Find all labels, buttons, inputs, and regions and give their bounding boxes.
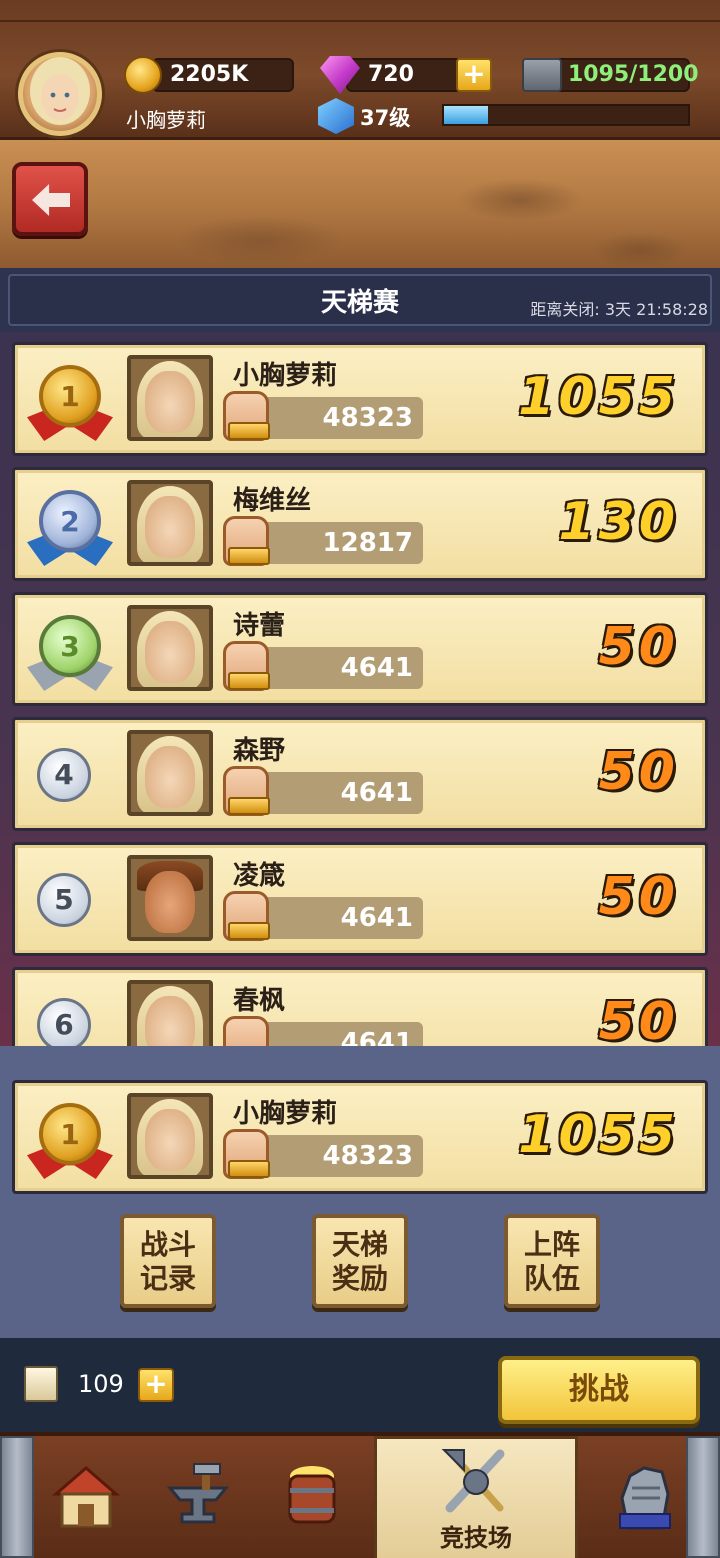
challenge-label: 挑战 [569, 1372, 629, 1407]
ladder-reward-label: 天梯 奖励 [331, 1228, 388, 1295]
ranking-row[interactable]: 5 凌箴 4641 50 [12, 842, 708, 956]
fist-power-icon [223, 1129, 270, 1179]
ticket-count: 109 [78, 1370, 124, 1398]
player-portrait [127, 730, 213, 816]
add-gems-button[interactable]: + [456, 58, 492, 92]
my-rank-row[interactable]: 1 小胸萝莉 48323 1055 [12, 1080, 708, 1194]
ladder-score: 50 [598, 992, 679, 1046]
gold-coin-icon [124, 56, 162, 94]
my-power: 48323 [322, 1141, 413, 1171]
nav-tavern[interactable] [262, 1452, 362, 1552]
rank-badge-icon: 5 [37, 873, 91, 927]
my-score: 1055 [518, 1105, 679, 1165]
lineup-button[interactable]: 上阵 队伍 [504, 1214, 600, 1308]
gem-amount: 720 [368, 62, 414, 87]
player-power: 48323 [322, 403, 413, 433]
ranking-list[interactable]: 1 小胸萝莉 48323 1055 2 梅维丝 12817 130 3 诗蕾 4… [0, 332, 720, 1046]
player-portrait [127, 1093, 213, 1179]
power-bar: 4641 [251, 647, 423, 689]
xp-progress-bar [442, 104, 690, 126]
ranking-row[interactable]: 2 梅维丝 12817 130 [12, 467, 708, 581]
ranking-row[interactable]: 4 森野 4641 50 [12, 717, 708, 831]
player-portrait [127, 605, 213, 691]
player-name: 凌箴 [233, 861, 286, 891]
arena-icon [441, 1449, 505, 1513]
nav-forge[interactable] [148, 1452, 248, 1552]
player-power: 4641 [340, 778, 413, 808]
player-name: 小胸萝莉 [233, 361, 338, 391]
nav-active-label: 竞技场 [440, 1524, 512, 1552]
player-power: 12817 [322, 528, 413, 558]
player-portrait [127, 980, 213, 1046]
anvil-icon [166, 1463, 230, 1524]
ladder-score: 50 [598, 742, 679, 802]
ladder-score: 1055 [518, 367, 679, 427]
player-name: 小胸萝莉 [126, 108, 206, 132]
nav-home[interactable] [36, 1452, 136, 1552]
player-power: 4641 [340, 653, 413, 683]
gold-medal-icon: 1 [39, 1103, 101, 1165]
add-tickets-button[interactable]: + [138, 1368, 174, 1402]
player-avatar[interactable] [18, 52, 102, 136]
fist-power-icon [223, 1016, 269, 1046]
rank-badge-icon: 4 [37, 748, 91, 802]
fist-power-icon [223, 766, 270, 816]
back-button[interactable] [12, 162, 88, 236]
player-portrait [127, 355, 213, 441]
bronze-medal-icon: 3 [39, 615, 101, 677]
lineup-label: 上阵 队伍 [523, 1228, 580, 1295]
fist-power-icon [223, 891, 270, 941]
fist-power-icon [223, 516, 270, 566]
gold-medal-icon: 1 [39, 365, 101, 427]
fist-power-icon [223, 391, 270, 441]
map-backdrop [0, 140, 720, 268]
ranking-row[interactable]: 3 诗蕾 4641 50 [12, 592, 708, 706]
close-countdown: 距离关闭: 3天 21:58:28 [530, 300, 708, 319]
ladder-score: 50 [598, 617, 679, 677]
player-name: 森野 [233, 736, 286, 766]
ladder-score: 50 [598, 867, 679, 927]
xp-progress-fill [444, 106, 488, 124]
avatar-portrait-icon [30, 57, 90, 125]
player-power: 4641 [340, 1028, 413, 1046]
barrel-icon [288, 1466, 336, 1524]
energy-amount: 1095/1200 [568, 62, 699, 87]
top-plank [0, 20, 720, 22]
power-bar: 48323 [251, 397, 423, 439]
player-name: 诗蕾 [233, 611, 286, 641]
ranking-row[interactable]: 1 小胸萝莉 48323 1055 [12, 342, 708, 456]
treasure-chest-icon [522, 58, 562, 92]
gold-amount: 2205K [170, 62, 249, 87]
power-bar: 4641 [251, 897, 423, 939]
player-name: 春枫 [233, 986, 286, 1016]
home-icon [51, 1466, 121, 1528]
back-arrow-icon [32, 184, 70, 216]
gauntlet-icon [619, 1466, 671, 1530]
player-power: 4641 [340, 903, 413, 933]
fist-power-icon [223, 641, 270, 691]
battle-record-label: 战斗 记录 [139, 1228, 196, 1295]
my-name: 小胸萝莉 [233, 1099, 338, 1129]
player-portrait [127, 855, 213, 941]
power-bar: 4641 [251, 1022, 423, 1046]
player-name: 梅维丝 [233, 486, 312, 516]
ladder-score: 130 [558, 492, 679, 552]
ranking-row[interactable]: 6 春枫 4641 50 [12, 967, 708, 1046]
scroll-ticket-icon [24, 1366, 58, 1402]
power-bar: 48323 [251, 1135, 423, 1177]
silver-medal-icon: 2 [39, 490, 101, 552]
power-bar: 4641 [251, 772, 423, 814]
player-portrait [127, 480, 213, 566]
nav-heroes[interactable] [596, 1452, 696, 1552]
nav-left-cap [0, 1436, 34, 1558]
rank-badge-icon: 6 [37, 998, 91, 1046]
power-bar: 12817 [251, 522, 423, 564]
battle-record-button[interactable]: 战斗 记录 [120, 1214, 216, 1308]
player-level: 37级 [360, 106, 411, 130]
challenge-button[interactable]: 挑战 [498, 1356, 700, 1424]
ladder-reward-button[interactable]: 天梯 奖励 [312, 1214, 408, 1308]
